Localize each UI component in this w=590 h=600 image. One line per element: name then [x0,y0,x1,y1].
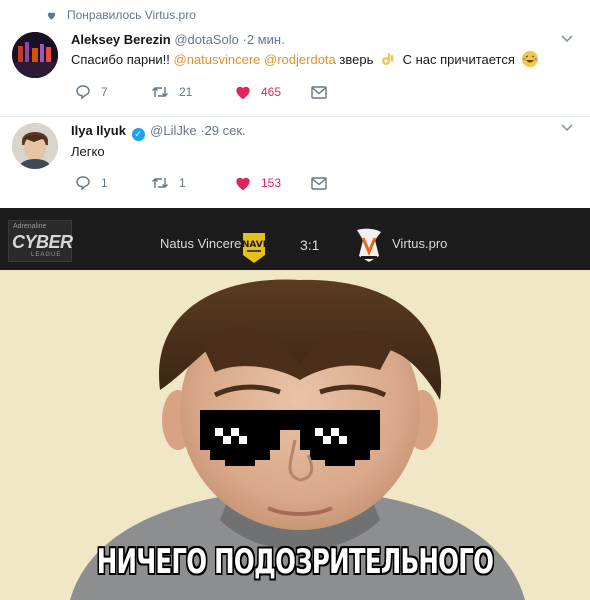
like-button[interactable]: 153 [235,176,311,191]
avatar[interactable] [12,123,58,169]
direct-message-button[interactable] [311,85,327,99]
tweet-area: Понравилось Virtus.pro Aleksey Berezin @… [0,0,590,208]
text-part: зверь [339,52,374,67]
mention-link[interactable]: @rodjerdota [264,52,336,67]
liked-by-notice: Понравилось Virtus.pro [47,8,196,22]
reply-icon [76,176,90,191]
match-score: 3:1 [300,237,320,253]
virtus-pro-logo-icon [357,228,381,262]
reply-count: 7 [101,85,108,99]
league-logo-sub: LEAGUE [31,252,62,258]
tweet[interactable]: Aleksey Berezin @dotaSolo ·2 мин. Спасиб… [0,28,590,110]
retweet-count: 21 [179,85,193,99]
author-handle[interactable]: @LilJke [150,123,196,138]
navi-logo-icon: NAVI [242,233,266,263]
tweet-text: Спасибо парни!! @natusvincere @rodjerdot… [71,51,541,67]
retweet-button[interactable]: 21 [151,85,235,99]
like-button[interactable]: 465 [235,85,311,100]
team-left-name: Natus Vincere [160,236,242,251]
tweet-time[interactable]: ·2 мин. [243,32,285,47]
retweet-button[interactable]: 1 [151,176,235,190]
liked-by-text[interactable]: Понравилось Virtus.pro [67,8,196,22]
like-count: 153 [261,176,282,190]
like-count: 465 [261,85,282,99]
tweet-text: Легко [71,144,105,159]
league-logo-top: Adrenaline [13,223,47,230]
author-handle[interactable]: @dotaSolo [174,32,239,47]
verified-icon: ✓ [131,128,145,141]
laughing-emoji-icon [521,51,538,67]
league-logo: Adrenaline CYBER LEAGUE [8,220,73,262]
mail-icon [311,85,327,99]
tweet-actions: 1 1 153 [75,175,327,191]
reply-icon [76,85,90,100]
svg-text:NAVI: NAVI [242,240,266,250]
retweet-count: 1 [179,176,186,190]
avatar-image [12,32,58,78]
chevron-down-icon[interactable] [560,34,574,44]
tweet-header: Ilya Ilyuk ✓ @LilJke ·29 сек. [71,123,246,141]
tweet-actions: 7 21 465 [75,84,327,100]
heart-icon [236,86,250,99]
heart-icon [47,12,56,20]
retweet-icon [152,178,168,188]
author-name[interactable]: Ilya Ilyuk [71,123,126,138]
match-score-band: Adrenaline CYBER LEAGUE [0,208,590,270]
text-part: Спасибо парни!! [71,52,170,67]
heart-icon [236,177,250,190]
direct-message-button[interactable] [311,176,327,190]
reply-count: 1 [101,176,108,190]
avatar[interactable] [12,32,58,78]
tweet-header: Aleksey Berezin @dotaSolo ·2 мин. [71,32,285,47]
tweet-time[interactable]: ·29 сек. [200,123,245,138]
reply-button[interactable]: 1 [75,175,151,191]
meme-caption: НИЧЕГО ПОДОЗРИТЕЛЬНОГО [96,542,494,582]
league-logo-text: CYBER [12,232,73,252]
author-name[interactable]: Aleksey Berezin [71,32,171,47]
avatar-image [12,123,58,169]
text-part: С нас причитается [402,52,515,67]
mail-icon [311,176,327,190]
tweet[interactable]: Ilya Ilyuk ✓ @LilJke ·29 сек. Легко 1 1 … [0,116,590,203]
reply-button[interactable]: 7 [75,84,151,100]
mention-link[interactable]: @natusvincere [174,52,261,67]
team-right-name: Virtus.pro [392,236,448,251]
chevron-down-icon[interactable] [560,123,574,133]
retweet-icon [152,87,168,97]
ok-hand-emoji-icon [380,51,396,67]
